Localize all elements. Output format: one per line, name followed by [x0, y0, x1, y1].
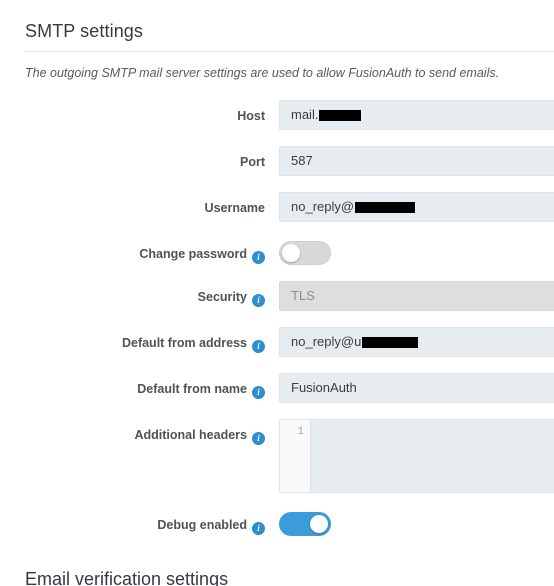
label-port-text: Port: [240, 155, 265, 169]
default-from-address-input[interactable]: no_reply@u: [279, 327, 554, 357]
control-username: no_reply@: [265, 192, 554, 222]
toggle-knob: [282, 244, 300, 262]
host-redaction-bar: [319, 109, 362, 121]
label-additional-headers-text: Additional headers: [134, 428, 247, 442]
control-security: TLS: [265, 281, 554, 311]
section-description: The outgoing SMTP mail server settings a…: [25, 66, 500, 80]
smtp-settings-page: SMTP settings The outgoing SMTP mail ser…: [0, 0, 554, 586]
info-icon[interactable]: i: [252, 340, 265, 353]
form-row-default-from-address: Default from address i no_reply@u: [0, 327, 554, 357]
default-from-address-redaction-bar: [362, 336, 419, 348]
label-default-from-name: Default from name i: [0, 373, 265, 399]
label-default-from-address: Default from address i: [0, 327, 265, 353]
label-default-from-name-text: Default from name: [137, 382, 247, 396]
default-from-name-input[interactable]: FusionAuth: [279, 373, 554, 403]
debug-enabled-toggle[interactable]: [279, 512, 331, 536]
info-icon[interactable]: i: [252, 432, 265, 445]
toggle-knob: [310, 515, 328, 533]
username-redaction-bar: [355, 201, 416, 213]
control-default-from-name: FusionAuth: [265, 373, 554, 403]
control-additional-headers: 1: [265, 419, 554, 493]
security-select-value: TLS: [291, 288, 315, 303]
label-security: Security i: [0, 281, 265, 307]
control-host: mail.: [265, 100, 554, 130]
security-select[interactable]: TLS: [279, 281, 554, 311]
label-host: Host: [0, 100, 265, 124]
default-from-address-input-value: no_reply@u: [291, 334, 362, 349]
form-row-additional-headers: Additional headers i 1: [0, 419, 554, 493]
form-row-port: Port 587: [0, 146, 554, 176]
change-password-toggle[interactable]: [279, 241, 331, 265]
label-additional-headers: Additional headers i: [0, 419, 265, 445]
label-default-from-address-text: Default from address: [121, 336, 247, 350]
header-divider: [25, 51, 554, 52]
label-username: Username: [0, 192, 265, 216]
additional-headers-editor[interactable]: 1: [279, 419, 554, 493]
form-row-change-password: Change password i: [0, 238, 554, 265]
form-row-debug-enabled: Debug enabled i: [0, 509, 554, 536]
default-from-name-input-value: FusionAuth: [291, 380, 357, 395]
editor-content[interactable]: [311, 420, 554, 492]
control-debug-enabled: [265, 509, 554, 536]
page-title: SMTP settings: [25, 21, 144, 41]
form-row-host: Host mail.: [0, 100, 554, 130]
smtp-settings-header: SMTP settings: [25, 20, 554, 52]
label-debug-enabled: Debug enabled i: [0, 509, 265, 535]
form-row-username: Username no_reply@: [0, 192, 554, 222]
next-section-title: Email verification settings: [25, 569, 229, 586]
label-username-text: Username: [204, 201, 265, 215]
username-input[interactable]: no_reply@: [279, 192, 554, 222]
host-input[interactable]: mail.: [279, 100, 554, 130]
control-port: 587: [265, 146, 554, 176]
info-icon[interactable]: i: [252, 386, 265, 399]
info-icon[interactable]: i: [252, 251, 265, 264]
username-input-value: no_reply@: [291, 199, 355, 214]
label-port: Port: [0, 146, 265, 170]
info-icon[interactable]: i: [252, 522, 265, 535]
port-input-value: 587: [291, 153, 313, 168]
smtp-settings-form: Host mail. Port 587 Username no_reply@ C…: [0, 100, 554, 552]
label-security-text: Security: [197, 290, 247, 304]
label-host-text: Host: [237, 109, 265, 123]
info-icon[interactable]: i: [252, 294, 265, 307]
control-default-from-address: no_reply@u: [265, 327, 554, 357]
label-debug-enabled-text: Debug enabled: [157, 518, 247, 532]
host-input-value: mail.: [291, 107, 319, 122]
form-row-security: Security i TLS: [0, 281, 554, 311]
editor-line-number: 1: [280, 420, 311, 492]
label-change-password: Change password i: [0, 238, 265, 264]
port-input[interactable]: 587: [279, 146, 554, 176]
form-row-default-from-name: Default from name i FusionAuth: [0, 373, 554, 403]
control-change-password: [265, 238, 554, 265]
label-change-password-text: Change password: [139, 247, 247, 261]
